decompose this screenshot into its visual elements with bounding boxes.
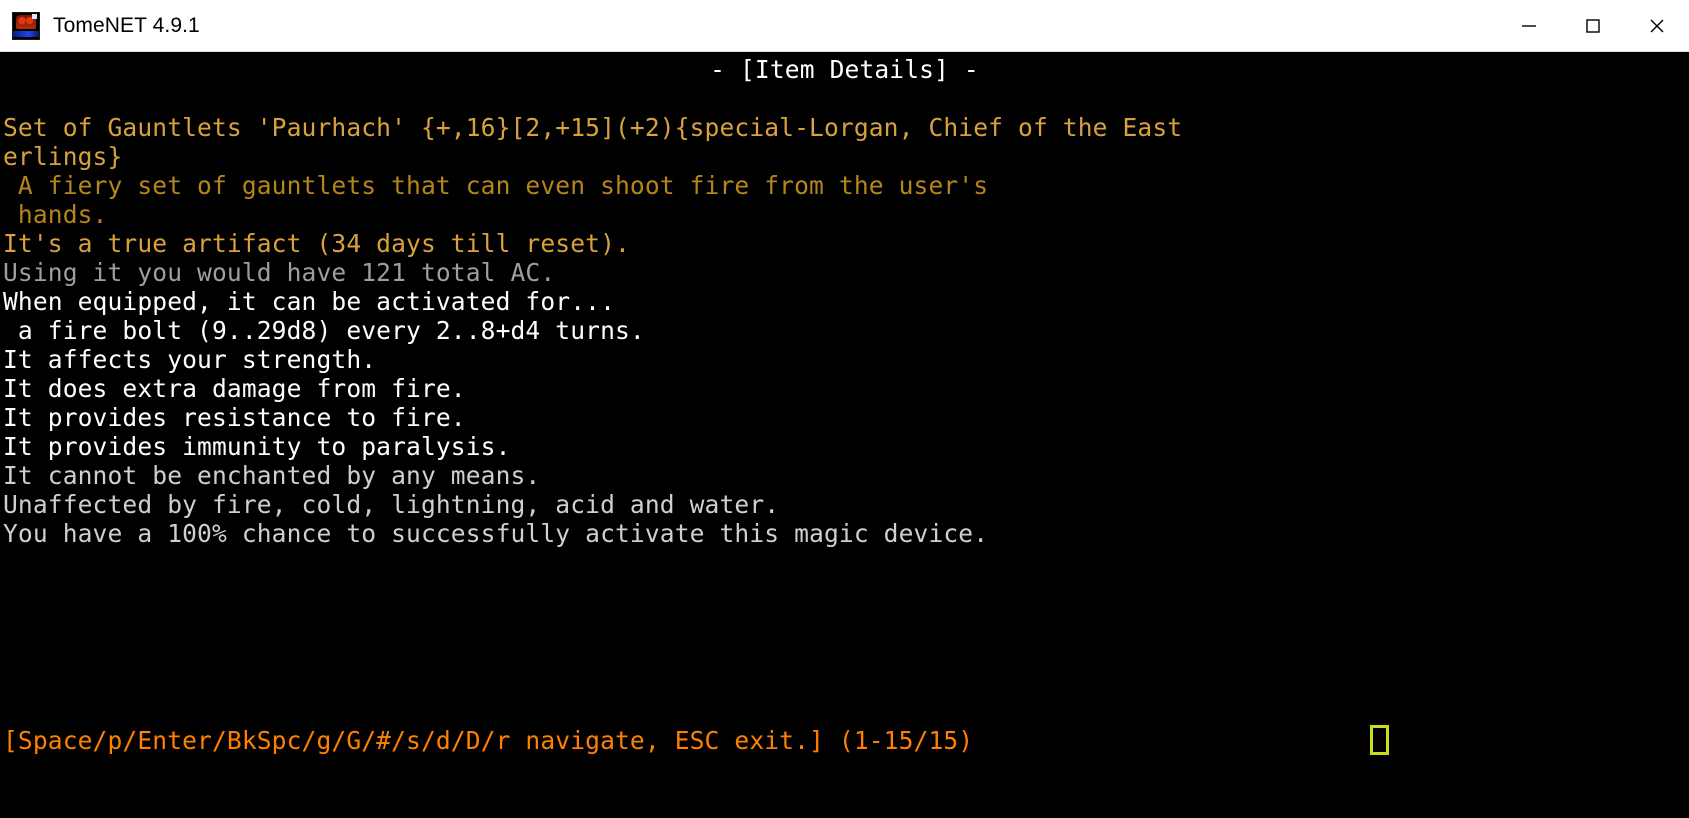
terminal-line: Using it you would have 121 total AC. [3, 258, 556, 287]
terminal-line: You have a 100% chance to successfully a… [3, 519, 989, 548]
item-details-heading: - [Item Details] - [710, 55, 979, 84]
terminal-line: Set of Gauntlets 'Paurhach' {+,16}[2,+15… [3, 113, 1183, 142]
terminal-line: When equipped, it can be activated for..… [3, 287, 615, 316]
close-button[interactable] [1625, 0, 1689, 52]
icon-spark [32, 13, 37, 19]
close-icon [1650, 19, 1664, 33]
icon-blue-band [13, 30, 39, 37]
terminal-line: a fire bolt (9..29d8) every 2..8+d4 turn… [3, 316, 645, 345]
terminal-line: Unaffected by fire, cold, lightning, aci… [3, 490, 780, 519]
terminal-line: It cannot be enchanted by any means. [3, 461, 541, 490]
window-controls [1497, 0, 1689, 52]
window-title-text: TomeNET 4.9.1 [53, 13, 200, 37]
title-bar-left-group: TomeNET 4.9.1 [0, 0, 200, 51]
terminal-line: It does extra damage from fire. [3, 374, 466, 403]
minimize-button[interactable] [1497, 0, 1561, 52]
terminal-line: It provides resistance to fire. [3, 403, 466, 432]
maximize-button[interactable] [1561, 0, 1625, 52]
window-title-bar[interactable]: TomeNET 4.9.1 [0, 0, 1689, 52]
terminal-line: erlings} [3, 142, 123, 171]
minimize-icon [1522, 25, 1536, 27]
terminal-line: It affects your strength. [3, 345, 377, 374]
block-cursor [1370, 725, 1389, 755]
terminal-line: A fiery set of gauntlets that can even s… [3, 171, 989, 200]
tomenet-window: TomeNET 4.9.1 - [Item Details] - Set of … [0, 0, 1689, 818]
maximize-icon [1586, 19, 1600, 33]
terminal-line: hands. [3, 200, 108, 229]
terminal-line: It provides immunity to paralysis. [3, 432, 511, 461]
tomenet-skull-icon [12, 11, 40, 40]
terminal-line: It's a true artifact (34 days till reset… [3, 229, 630, 258]
terminal-screen[interactable]: - [Item Details] - Set of Gauntlets 'Pau… [0, 52, 1689, 818]
navigation-status-bar[interactable]: [Space/p/Enter/BkSpc/g/G/#/s/d/D/r navig… [0, 726, 1689, 755]
